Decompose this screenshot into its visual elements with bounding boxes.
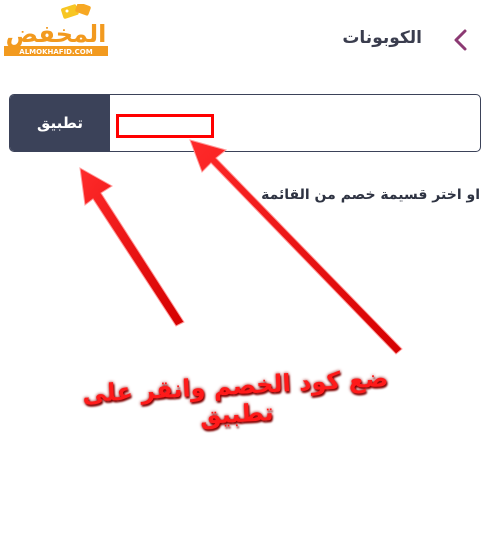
arrow-to-coupon-input (189, 139, 403, 355)
arrow-to-apply-button (79, 167, 185, 327)
svg-text:ALMOKHAFID.COM: ALMOKHAFID.COM (19, 48, 92, 56)
choose-coupon-text: او اختر قسيمة خصم من القائمة (261, 187, 480, 203)
annotation-arrows (79, 139, 403, 355)
chevron-left-icon[interactable] (451, 28, 471, 52)
input-highlight-box (116, 114, 214, 138)
page-title: الكوبونات (342, 28, 422, 48)
apply-button[interactable]: تطبيق (10, 95, 110, 151)
instruction-text: ضع كود الخصم وانقر على تطبيق (81, 364, 389, 430)
coupon-form: تطبيق (9, 94, 481, 152)
svg-text:المخفض: المخفض (6, 20, 107, 48)
site-logo: المخفض ALMOKHAFID.COM (4, 4, 108, 56)
